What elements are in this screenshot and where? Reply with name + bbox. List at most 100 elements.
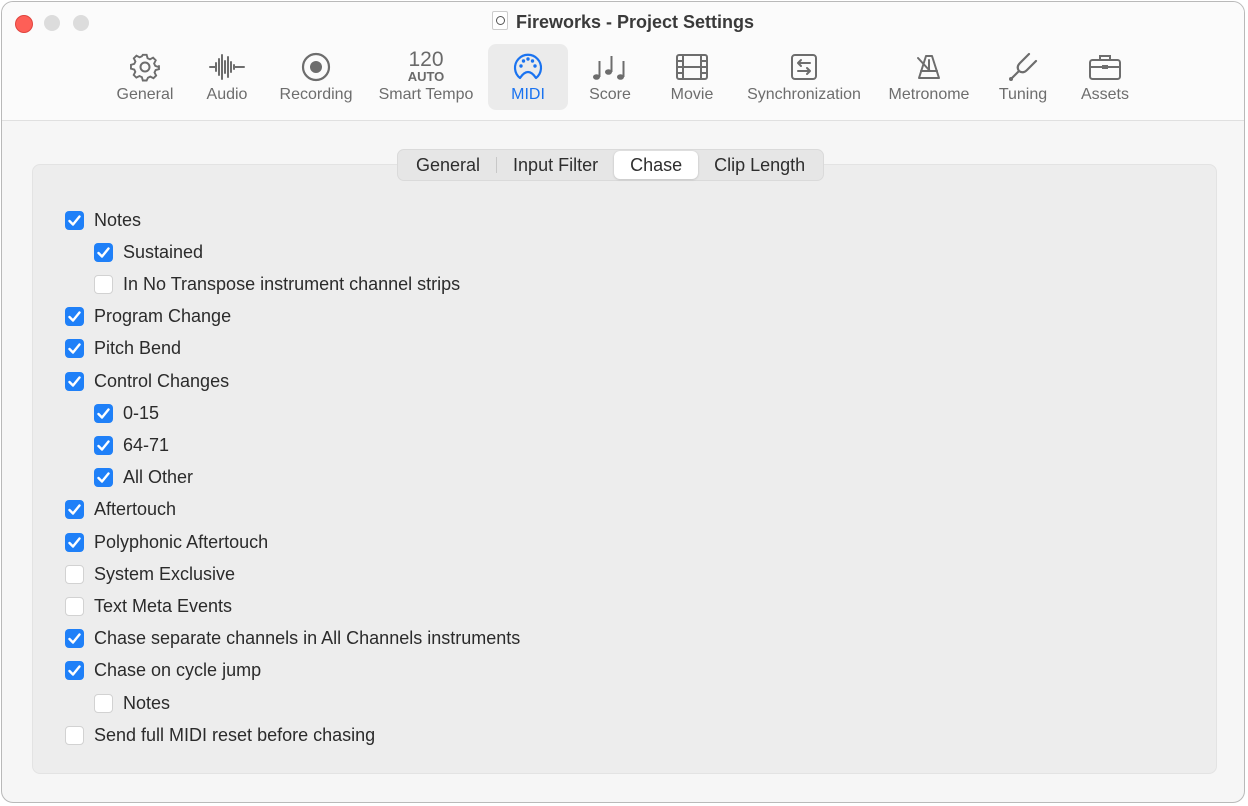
tempo-mode: AUTO [407,69,445,84]
waveform-icon [209,54,245,80]
checkmark-icon [68,633,81,644]
window-title-text: Fireworks - Project Settings [515,12,755,32]
checkbox[interactable] [65,339,84,359]
checkbox-row[interactable]: System Exclusive [65,562,235,586]
checkbox-row[interactable]: Aftertouch [65,498,176,522]
checkbox-row[interactable]: 64-71 [94,433,169,457]
checkbox-row[interactable]: Sustained [94,240,203,264]
checkbox-row[interactable]: In No Transpose instrument channel strip… [94,272,460,296]
checkbox-label: Notes [123,692,171,713]
checkbox-label: In No Transpose instrument channel strip… [123,273,461,294]
midi-subtabs: General Input Filter Chase Clip Length [397,149,825,181]
checkbox-label: Text Meta Events [94,595,233,616]
checkbox[interactable] [65,725,84,745]
toolbar-label: Score [589,86,631,103]
toolbar-label: MIDI [511,86,545,103]
toolbar-label: Movie [670,86,714,103]
checkmark-icon [68,311,81,322]
metronome-icon [917,55,940,79]
checkmark-icon [68,665,81,676]
checkbox-label: Sustained [123,241,204,262]
checkbox[interactable] [94,403,113,423]
checkbox-label: System Exclusive [94,563,236,584]
checkbox-row[interactable]: Control Changes [65,369,229,393]
checkbox[interactable] [65,629,84,649]
toolbar-item-audio[interactable]: Audio [197,44,257,110]
checkbox-label: Send full MIDI reset before chasing [94,724,376,745]
checkbox-label: 0-15 [123,402,160,423]
tab-general[interactable]: General [400,151,496,179]
checkbox[interactable] [65,532,84,552]
checkbox-label: Polyphonic Aftertouch [94,531,269,552]
toolbar-item-recording[interactable]: Recording [274,44,358,110]
toolbar-label: Tuning [998,86,1048,103]
checkbox-row[interactable]: 0-15 [94,401,159,425]
checkmark-icon [97,472,110,483]
checkbox-row[interactable]: Notes [94,691,170,715]
toolbar-item-smart-tempo[interactable]: 120 AUTO Smart Tempo [372,44,480,110]
checkbox-label: Chase separate channels in All Channels … [94,628,521,649]
toolbar-item-tuning[interactable]: Tuning [992,44,1054,110]
checkbox-row[interactable]: Program Change [65,305,231,329]
checkbox-row[interactable]: Notes [65,208,141,232]
toolbar-item-assets[interactable]: Assets [1072,44,1138,110]
checkbox-label: Control Changes [94,370,230,391]
checkbox[interactable] [94,693,113,713]
checkmark-icon [68,343,81,354]
checkmark-icon [97,407,110,419]
film-icon [676,54,708,80]
briefcase-icon [1089,55,1121,80]
tab-chase[interactable]: Chase [614,151,699,179]
music-notes-icon [593,56,625,80]
checkbox[interactable] [94,468,113,488]
record-icon [301,52,331,82]
checkbox[interactable] [65,307,84,327]
project-settings-window: Fireworks - Project Settings General Aud… [1,1,1245,803]
tempo-value: 120 [408,48,444,71]
checkbox-row[interactable]: Send full MIDI reset before chasing [65,723,375,747]
checkbox-label: Pitch Bend [94,338,182,359]
titlebar: Fireworks - Project Settings General Aud… [2,2,1244,121]
checkbox-row[interactable]: Text Meta Events [65,594,232,618]
checkbox-row[interactable]: All Other [94,466,193,490]
toolbar-label: Audio [206,86,248,103]
toolbar-item-metronome[interactable]: Metronome [882,44,976,110]
toolbar-item-synchronization[interactable]: Synchronization [738,44,870,110]
tuning-fork-icon [1009,52,1038,81]
midi-port-icon [513,53,543,80]
checkbox-row[interactable]: Chase separate channels in All Channels … [65,627,520,651]
checkbox-row[interactable]: Pitch Bend [65,337,181,361]
checkmark-icon [68,504,81,515]
toolbar-label: Recording [279,86,353,103]
checkbox[interactable] [65,596,84,616]
checkbox-label: 64-71 [123,434,170,455]
tab-clip-length[interactable]: Clip Length [698,151,821,179]
toolbar-label: Assets [1080,86,1129,103]
toolbar-item-midi[interactable]: MIDI [488,44,568,110]
checkbox[interactable] [94,435,113,455]
checkmark-icon [68,375,81,387]
checkbox[interactable] [94,242,113,262]
checkbox-label: Notes [94,209,142,230]
window-title: Fireworks - Project Settings [2,11,1244,33]
checkbox-label: All Other [123,467,194,488]
toolbar-label: General [116,86,174,103]
checkmark-icon [68,214,81,226]
checkbox[interactable] [65,210,84,230]
checkmark-icon [68,536,81,548]
toolbar-item-movie[interactable]: Movie [662,44,722,110]
checkbox[interactable] [94,274,113,294]
checkbox[interactable] [65,371,84,391]
toolbar-item-general[interactable]: General [109,44,181,110]
settings-toolbar: General Audio Recording 120 AUTO Smart T… [2,44,1244,112]
toolbar-label: Smart Tempo [378,86,474,103]
checkmark-icon [97,246,110,258]
checkbox[interactable] [65,500,84,520]
toolbar-item-score[interactable]: Score [580,44,640,110]
checkbox-row[interactable]: Polyphonic Aftertouch [65,530,268,554]
document-icon [491,11,508,30]
checkbox[interactable] [65,661,84,681]
checkbox[interactable] [65,564,84,584]
tab-input-filter[interactable]: Input Filter [497,151,614,179]
checkbox-row[interactable]: Chase on cycle jump [65,659,261,683]
